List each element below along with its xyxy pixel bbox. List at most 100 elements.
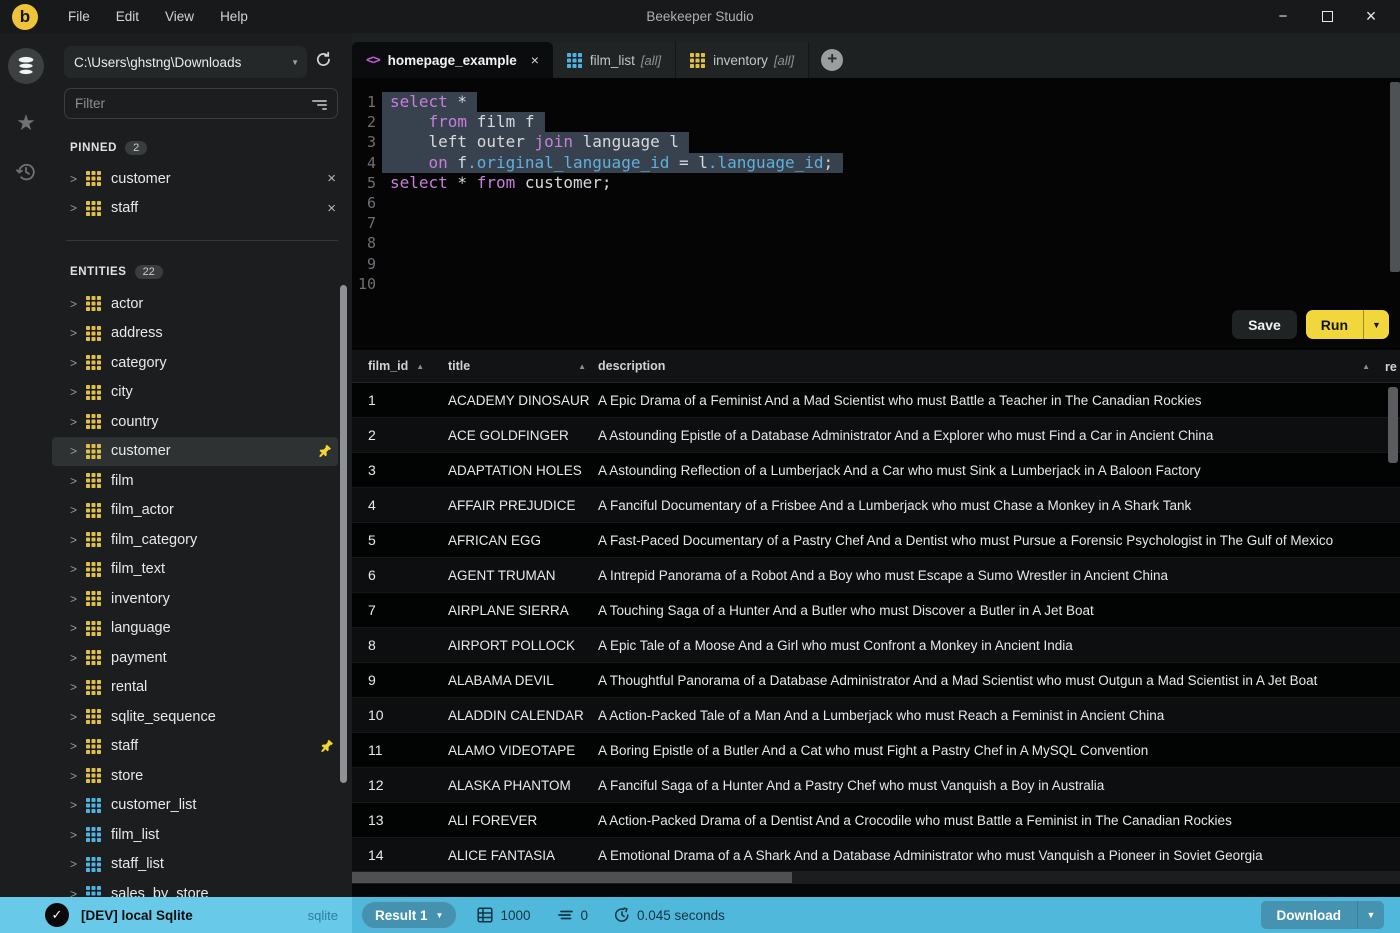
unpin-close-icon[interactable]: × <box>323 170 340 187</box>
sidebar-item-staff[interactable]: > staff × <box>52 194 352 224</box>
sql-editor[interactable]: 1 select * 2 from film f3 left outer join … <box>352 78 1400 345</box>
download-options-caret[interactable]: ▼ <box>1357 901 1384 929</box>
tab-inventory[interactable]: inventory [all] <box>676 42 810 78</box>
code-line-8: 8 <box>352 233 1400 253</box>
chevron-right-icon[interactable]: > <box>70 651 86 665</box>
sidebar-item-film_actor[interactable]: > film_actor <box>52 496 352 526</box>
table-row[interactable]: 13 ALI FOREVER A Action-Packed Drama of a … <box>352 803 1400 838</box>
close-button[interactable]: × <box>1356 4 1386 30</box>
sidebar-item-category[interactable]: > category <box>52 348 352 378</box>
run-options-caret[interactable]: ▼ <box>1363 310 1389 339</box>
sidebar-item-staff[interactable]: > staff <box>52 732 352 762</box>
column-header-clipped[interactable]: re <box>1385 350 1400 383</box>
menu-file[interactable]: File <box>56 5 102 28</box>
sidebar-item-city[interactable]: > city <box>52 378 352 408</box>
result-selector-button[interactable]: Result 1 ▼ <box>361 901 458 929</box>
table-row[interactable]: 3 ADAPTATION HOLES A Astounding Reflection… <box>352 453 1400 488</box>
table-row[interactable]: 6 AGENT TRUMAN A Intrepid Panorama of a Ro… <box>352 558 1400 593</box>
chevron-right-icon[interactable]: > <box>70 857 86 871</box>
sort-asc-icon: ▲ <box>578 361 586 371</box>
menu-view[interactable]: View <box>153 5 206 28</box>
sidebar-item-payment[interactable]: > payment <box>52 643 352 673</box>
sidebar-item-customer[interactable]: > customer × <box>52 164 352 194</box>
tab-film_list[interactable]: film_list [all] <box>552 42 677 78</box>
tab-homepage_example[interactable]: <> homepage_example × <box>352 42 553 78</box>
chevron-right-icon[interactable]: > <box>70 680 86 694</box>
minimize-button[interactable]: − <box>1268 4 1298 30</box>
sidebar-item-actor[interactable]: > actor <box>52 289 352 319</box>
history-icon[interactable] <box>14 160 38 189</box>
maximize-button[interactable] <box>1312 4 1342 30</box>
chevron-right-icon[interactable]: > <box>70 356 86 370</box>
filter-input[interactable]: Filter <box>64 88 338 119</box>
sidebar-item-film_text[interactable]: > film_text <box>52 555 352 585</box>
sidebar-item-sales_by_store[interactable]: > sales_by_store <box>52 879 352 897</box>
chevron-right-icon[interactable]: > <box>70 326 86 340</box>
chevron-right-icon[interactable]: > <box>70 710 86 724</box>
sidebar-item-customer_list[interactable]: > customer_list <box>52 791 352 821</box>
chevron-right-icon[interactable]: > <box>70 798 86 812</box>
sidebar-item-language[interactable]: > language <box>52 614 352 644</box>
chevron-right-icon[interactable]: > <box>70 621 86 635</box>
sidebar-item-film_list[interactable]: > film_list <box>52 820 352 850</box>
sidebar-item-sqlite_sequence[interactable]: > sqlite_sequence <box>52 702 352 732</box>
chevron-right-icon[interactable]: > <box>70 828 86 842</box>
chevron-right-icon[interactable]: > <box>70 887 86 897</box>
table-row[interactable]: 14 ALICE FANTASIA A Emotional Drama of a A… <box>352 838 1400 871</box>
table-row[interactable]: 2 ACE GOLDFINGER A Astounding Epistle of a… <box>352 418 1400 453</box>
menu-help[interactable]: Help <box>208 5 260 28</box>
connection-dropdown[interactable]: C:\Users\ghstng\Downloads ▼ <box>64 46 307 78</box>
chevron-right-icon[interactable]: > <box>70 592 86 606</box>
unpin-close-icon[interactable]: × <box>323 200 340 217</box>
table-row[interactable]: 11 ALAMO VIDEOTAPE A Boring Epistle of a B… <box>352 733 1400 768</box>
chevron-right-icon[interactable]: > <box>70 474 86 488</box>
sidebar-item-store[interactable]: > store <box>52 761 352 791</box>
menu-edit[interactable]: Edit <box>104 5 151 28</box>
sidebar-item-film[interactable]: > film <box>52 466 352 496</box>
horizontal-scroll-thumb[interactable] <box>352 872 792 883</box>
table-row[interactable]: 5 AFRICAN EGG A Fast-Paced Documentary of … <box>352 523 1400 558</box>
table-row[interactable]: 7 AIRPLANE SIERRA A Touching Saga of a Hun… <box>352 593 1400 628</box>
table-row[interactable]: 10 ALADDIN CALENDAR A Action-Packed Tale o… <box>352 698 1400 733</box>
table-row[interactable]: 12 ALASKA PHANTOM A Fanciful Saga of a Hun… <box>352 768 1400 803</box>
sidebar-item-inventory[interactable]: > inventory <box>52 584 352 614</box>
table-row[interactable]: 9 ALABAMA DEVIL A Thoughtful Panorama of a… <box>352 663 1400 698</box>
chevron-right-icon[interactable]: > <box>70 769 86 783</box>
table-row[interactable]: 4 AFFAIR PREJUDICE A Fanciful Documentary … <box>352 488 1400 523</box>
sidebar-item-customer[interactable]: > customer <box>52 436 338 466</box>
chevron-right-icon[interactable]: > <box>70 739 86 753</box>
table-row[interactable]: 1 ACADEMY DINOSAUR A Epic Drama of a Femin… <box>352 383 1400 418</box>
column-header-title[interactable]: title ▲ <box>448 359 598 373</box>
chevron-right-icon[interactable]: > <box>70 385 86 399</box>
results-vertical-scrollbar[interactable] <box>1388 387 1398 463</box>
sidebar-item-country[interactable]: > country <box>52 407 352 437</box>
chevron-right-icon[interactable]: > <box>70 201 86 215</box>
refresh-icon[interactable] <box>315 51 332 73</box>
sidebar-item-address[interactable]: > address <box>52 319 352 349</box>
column-header-film-id[interactable]: film_id ▲ <box>352 359 448 373</box>
chevron-right-icon[interactable]: > <box>70 444 86 458</box>
save-button[interactable]: Save <box>1232 310 1297 339</box>
chevron-right-icon[interactable]: > <box>70 503 86 517</box>
sidebar-item-rental[interactable]: > rental <box>52 673 352 703</box>
chevron-right-icon[interactable]: > <box>70 533 86 547</box>
column-header-description[interactable]: description ▲ <box>598 359 1400 373</box>
chevron-right-icon[interactable]: > <box>70 172 86 186</box>
results-horizontal-scrollbar[interactable] <box>352 871 1400 884</box>
favorites-star-icon[interactable]: ★ <box>16 112 36 134</box>
pin-icon[interactable] <box>319 739 334 754</box>
chevron-right-icon[interactable]: > <box>70 562 86 576</box>
download-button[interactable]: Download ▼ <box>1260 901 1384 929</box>
tab-close-icon[interactable]: × <box>531 52 539 68</box>
sidebar-scrollbar[interactable] <box>340 285 347 783</box>
run-button[interactable]: Run ▼ <box>1305 310 1389 339</box>
chevron-right-icon[interactable]: > <box>70 297 86 311</box>
table-row[interactable]: 8 AIRPORT POLLOCK A Epic Tale of a Moose A… <box>352 628 1400 663</box>
sidebar-item-staff_list[interactable]: > staff_list <box>52 850 352 880</box>
new-tab-button[interactable]: + <box>821 49 844 71</box>
chevron-right-icon[interactable]: > <box>70 415 86 429</box>
database-icon[interactable] <box>8 48 44 84</box>
sidebar-item-film_category[interactable]: > film_category <box>52 525 352 555</box>
editor-scrollbar[interactable] <box>1390 82 1400 272</box>
pin-icon[interactable] <box>317 444 332 459</box>
